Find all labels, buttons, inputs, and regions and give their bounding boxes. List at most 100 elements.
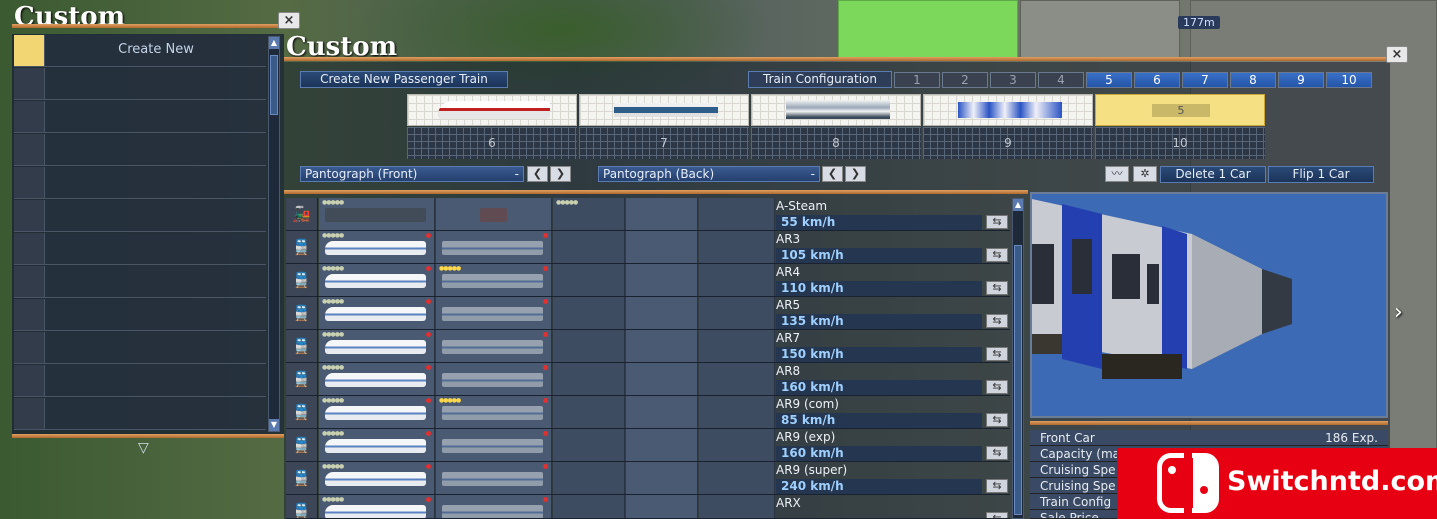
stat-row: Front Car 186 Exp. <box>1030 430 1388 446</box>
left-panel-title: Custom <box>14 2 126 32</box>
selected-car-label: 5 <box>1152 104 1210 117</box>
flip-1-car-button[interactable]: Flip 1 Car <box>1268 166 1374 183</box>
config-tab-7[interactable]: 7 <box>1182 72 1228 88</box>
train-speed: 135 km/h <box>776 314 982 329</box>
scroll-thumb[interactable] <box>270 55 278 115</box>
scroll-down-icon[interactable]: ▼ <box>269 419 279 431</box>
chevron-right-icon[interactable]: › <box>1394 300 1403 325</box>
main-title-underline <box>284 57 1388 61</box>
arrow-left-icon[interactable]: ❮ <box>527 166 548 182</box>
flip-icon[interactable]: ⇆ <box>986 347 1008 361</box>
train-speed: 160 km/h <box>776 380 982 395</box>
train-name: AR7 <box>776 331 801 345</box>
train-preview-image <box>1032 199 1292 379</box>
config-tab-1[interactable]: 1 <box>894 72 940 88</box>
flip-icon[interactable]: ⇆ <box>986 314 1008 328</box>
scroll-thumb[interactable] <box>1014 245 1022 515</box>
config-tab-2[interactable]: 2 <box>942 72 988 88</box>
stats-divider <box>1030 421 1388 425</box>
table-row[interactable]: 🚆 ●●●●● ●●●●● AR4 110 km/h ⇆ <box>286 264 1010 297</box>
car-slot-selected[interactable]: 5 <box>1095 94 1265 126</box>
steam-train-icon: 🚂 <box>286 198 318 230</box>
expand-chevron-icon[interactable]: ▽ <box>138 440 149 456</box>
car-slot-9[interactable] <box>923 94 1093 126</box>
train-3d-preview[interactable] <box>1030 192 1388 418</box>
pantograph-front-dropdown[interactable]: Pantograph (Front) - <box>300 166 524 182</box>
delete-1-car-button[interactable]: Delete 1 Car <box>1160 166 1266 183</box>
config-tab-10[interactable]: 10 <box>1326 72 1372 88</box>
graph-icon[interactable]: 〰 <box>1105 166 1129 182</box>
config-tab-6[interactable]: 6 <box>1134 72 1180 88</box>
car-number-8[interactable]: 8 <box>751 127 921 159</box>
flip-icon[interactable]: ⇆ <box>986 446 1008 460</box>
config-tab-8[interactable]: 8 <box>1230 72 1276 88</box>
flip-icon[interactable]: ⇆ <box>986 380 1008 394</box>
train-speed: 150 km/h <box>776 347 982 362</box>
car-slot-8[interactable] <box>751 94 921 126</box>
train-name: A-Steam <box>776 199 828 213</box>
train-front-icon: 🚆 <box>286 462 318 494</box>
table-row[interactable]: 🚆 ●●●●● AR9 (super) 240 km/h ⇆ <box>286 462 1010 495</box>
list-item[interactable] <box>14 266 266 298</box>
table-row[interactable]: 🚆 ●●●●● ARX ⇆ <box>286 495 1010 519</box>
table-row[interactable]: 🚆 ●●●●● AR9 (exp) 160 km/h ⇆ <box>286 429 1010 462</box>
list-item[interactable] <box>14 398 266 430</box>
create-new-item[interactable]: Create New <box>46 42 266 57</box>
list-item[interactable] <box>14 233 266 265</box>
list-item[interactable] <box>14 332 266 364</box>
train-front-icon: 🚆 <box>286 330 318 362</box>
car-slot-6[interactable] <box>407 94 577 126</box>
flip-icon[interactable]: ⇆ <box>986 413 1008 427</box>
main-panel-title: Custom <box>286 32 398 62</box>
scroll-up-icon[interactable]: ▲ <box>1013 199 1023 211</box>
car-number-10[interactable]: 10 <box>1095 127 1265 159</box>
list-item[interactable] <box>14 299 266 331</box>
train-speed: 160 km/h <box>776 446 982 461</box>
list-item[interactable] <box>14 101 266 133</box>
table-row[interactable]: 🚆 ●●●●● ●●●●● AR9 (com) 85 km/h ⇆ <box>286 396 1010 429</box>
table-row[interactable]: 🚂 ●●●●● ●●●●● A-Steam 55 km/h ⇆ <box>286 198 1010 231</box>
list-item[interactable] <box>14 167 266 199</box>
list-item[interactable] <box>14 200 266 232</box>
train-name: AR4 <box>776 265 801 279</box>
train-list-scrollbar[interactable]: ▲ <box>1012 198 1024 519</box>
train-name: AR5 <box>776 298 801 312</box>
flip-icon[interactable]: ⇆ <box>986 215 1008 229</box>
config-tab-5[interactable]: 5 <box>1086 72 1132 88</box>
main-close-button[interactable]: × <box>1386 46 1408 63</box>
list-item[interactable] <box>14 134 266 166</box>
flip-icon[interactable]: ⇆ <box>986 479 1008 493</box>
sparkle-icon[interactable]: ✲ <box>1133 166 1157 182</box>
flip-icon[interactable]: ⇆ <box>986 512 1008 518</box>
train-front-icon: 🚆 <box>286 363 318 395</box>
table-row[interactable]: 🚆 ●●●●● AR3 105 km/h ⇆ <box>286 231 1010 264</box>
car-number-6[interactable]: 6 <box>407 127 577 159</box>
left-bottom-border <box>12 434 284 438</box>
list-item[interactable]: Create New <box>14 35 266 67</box>
switch-logo-icon <box>1157 453 1219 513</box>
left-title-underline <box>12 24 280 28</box>
list-item[interactable] <box>14 68 266 100</box>
table-row[interactable]: 🚆 ●●●●● AR8 160 km/h ⇆ <box>286 363 1010 396</box>
flip-icon[interactable]: ⇆ <box>986 248 1008 262</box>
flip-icon[interactable]: ⇆ <box>986 281 1008 295</box>
create-new-passenger-train-button[interactable]: Create New Passenger Train <box>300 71 508 88</box>
arrow-left-icon[interactable]: ❮ <box>822 166 843 182</box>
train-speed: 240 km/h <box>776 479 982 494</box>
config-tab-9[interactable]: 9 <box>1278 72 1324 88</box>
config-tab-4[interactable]: 4 <box>1038 72 1084 88</box>
arrow-right-icon[interactable]: ❯ <box>550 166 571 182</box>
arrow-right-icon[interactable]: ❯ <box>845 166 866 182</box>
train-name: AR8 <box>776 364 801 378</box>
scroll-up-icon[interactable]: ▲ <box>269 37 279 49</box>
config-tab-3[interactable]: 3 <box>990 72 1036 88</box>
car-number-9[interactable]: 9 <box>923 127 1093 159</box>
left-close-button[interactable]: × <box>278 12 300 29</box>
car-number-7[interactable]: 7 <box>579 127 749 159</box>
car-slot-7[interactable] <box>579 94 749 126</box>
table-row[interactable]: 🚆 ●●●●● AR5 135 km/h ⇆ <box>286 297 1010 330</box>
list-item[interactable] <box>14 365 266 397</box>
left-scrollbar[interactable]: ▲ ▼ <box>268 36 280 432</box>
table-row[interactable]: 🚆 ●●●●● AR7 150 km/h ⇆ <box>286 330 1010 363</box>
pantograph-back-dropdown[interactable]: Pantograph (Back) - <box>598 166 820 182</box>
